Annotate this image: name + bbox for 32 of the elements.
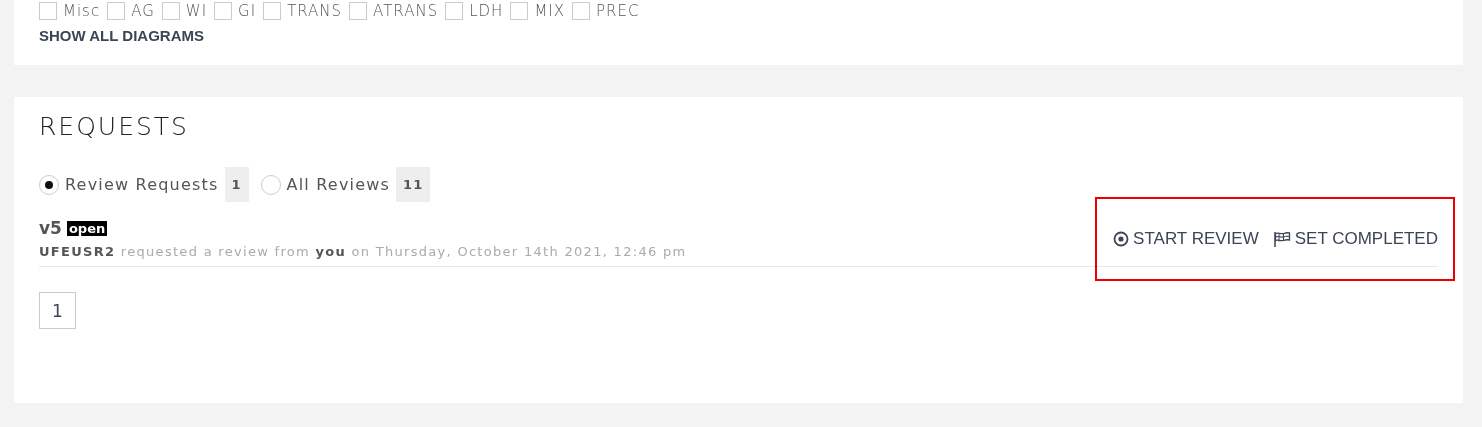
checkbox[interactable]: [39, 2, 57, 20]
target-icon: [1113, 230, 1130, 247]
flag-icon: [1272, 230, 1291, 247]
section-title: REQUESTS: [39, 112, 190, 141]
checkbox-label: ATRANS: [373, 1, 439, 21]
checkbox-label: AG: [131, 1, 155, 21]
checkbox[interactable]: [161, 2, 180, 20]
count-badge: 11: [396, 167, 431, 202]
checkbox-label: PREC: [596, 1, 640, 21]
checkbox-label: GI: [238, 1, 257, 21]
checkbox[interactable]: [572, 2, 591, 20]
request-description: UFEUSR2 requested a review from you on Thursday, October 14th 2021, 12:46 pm: [39, 244, 687, 259]
action-link[interactable]: SET COMPLETED: [1272, 228, 1438, 249]
checkbox[interactable]: [445, 2, 464, 20]
checkbox-label: LDH: [469, 1, 504, 21]
status-tag: open: [66, 220, 108, 236]
radio-label[interactable]: All Reviews: [286, 175, 391, 194]
checkbox-label: WI: [185, 1, 208, 21]
version-label: v5: [39, 218, 62, 238]
checkbox-label: MIX: [534, 1, 566, 21]
count-badge: 1: [224, 167, 249, 202]
checkbox-label: TRANS: [287, 1, 343, 21]
checkbox[interactable]: [510, 2, 529, 20]
checkbox[interactable]: [214, 2, 233, 20]
checkbox[interactable]: [349, 2, 368, 20]
checkbox-label: Misc: [63, 1, 101, 21]
checkbox[interactable]: [107, 2, 126, 20]
action-link[interactable]: START REVIEW: [1113, 228, 1259, 249]
show-all-diagrams-link[interactable]: SHOW ALL DIAGRAMS: [39, 27, 204, 44]
checkbox[interactable]: [263, 2, 282, 20]
radio-label[interactable]: Review Requests: [65, 175, 219, 194]
page-button[interactable]: 1: [39, 292, 76, 329]
